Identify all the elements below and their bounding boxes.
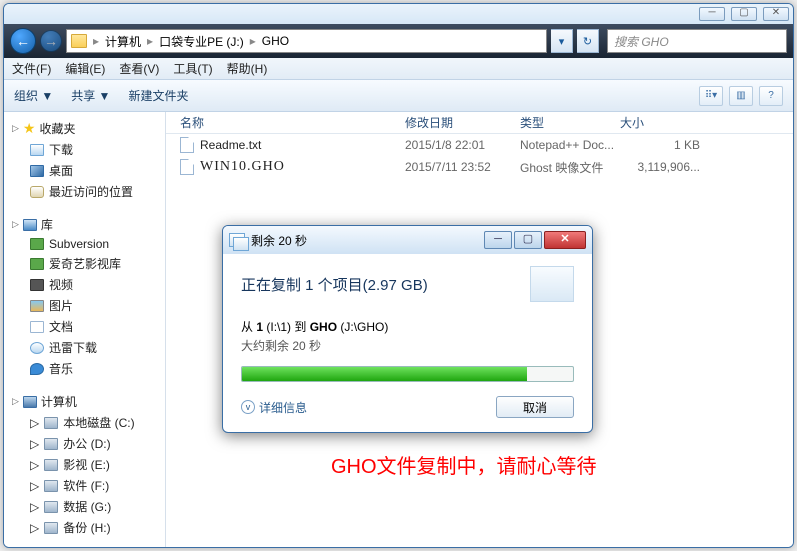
sidebar-item-c[interactable]: ▷本地磁盘 (C:) (8, 412, 161, 433)
xunlei-icon (30, 342, 44, 354)
sidebar: ▷★收藏夹 下载 桌面 最近访问的位置 ▷库 Subversion 爱奇艺影视库… (4, 112, 166, 547)
menu-view[interactable]: 查看(V) (119, 60, 159, 77)
maximize-button[interactable]: ▢ (731, 7, 757, 21)
organize-button[interactable]: 组织 ▼ (14, 87, 53, 104)
back-button[interactable]: ← (10, 28, 36, 54)
menu-edit[interactable]: 编辑(E) (65, 60, 105, 77)
forward-button[interactable]: → (40, 30, 62, 52)
newfolder-button[interactable]: 新建文件夹 (128, 87, 188, 104)
col-date[interactable]: 修改日期 (405, 114, 520, 131)
sidebar-item-iqiyi[interactable]: 爱奇艺影视库 (8, 253, 161, 274)
sidebar-item-d[interactable]: ▷办公 (D:) (8, 433, 161, 454)
refresh-button[interactable]: ↻ (577, 29, 599, 53)
hdd-icon (44, 522, 58, 534)
hdd-icon (44, 459, 58, 471)
history-dropdown[interactable]: ▾ (551, 29, 573, 53)
sidebar-item-downloads[interactable]: 下载 (8, 139, 161, 160)
nav-bar: ← → ▸ 计算机 ▸ 口袋专业PE (J:) ▸ GHO ▾ ↻ 搜索 GHO (4, 24, 793, 58)
iqiyi-icon (30, 258, 44, 270)
dialog-eta: 大约剩余 20 秒 (241, 337, 574, 354)
pictures-icon (30, 300, 44, 312)
copy-icon (229, 233, 245, 247)
sidebar-item-recent[interactable]: 最近访问的位置 (8, 181, 161, 202)
more-info-toggle[interactable]: v 详细信息 (241, 399, 307, 416)
dialog-title: 剩余 20 秒 (251, 232, 307, 249)
sidebar-item-f[interactable]: ▷软件 (F:) (8, 475, 161, 496)
hdd-icon (44, 480, 58, 492)
sidebar-item-xunlei[interactable]: 迅雷下载 (8, 337, 161, 358)
toolbar: 组织 ▼ 共享 ▼ 新建文件夹 ⠿▾ ▥ ? (4, 80, 793, 112)
menu-bar: 文件(F) 编辑(E) 查看(V) 工具(T) 帮助(H) (4, 58, 793, 80)
menu-file[interactable]: 文件(F) (12, 60, 51, 77)
cancel-button[interactable]: 取消 (496, 396, 574, 418)
sidebar-item-video[interactable]: 视频 (8, 274, 161, 295)
text-file-icon (180, 137, 194, 153)
search-input[interactable]: 搜索 GHO (607, 29, 787, 53)
sidebar-item-documents[interactable]: 文档 (8, 316, 161, 337)
titlebar: ─ ▢ ✕ (4, 4, 793, 24)
dialog-close-button[interactable]: ✕ (544, 231, 586, 249)
hdd-icon (44, 501, 58, 513)
col-type[interactable]: 类型 (520, 114, 620, 131)
crumb-drive[interactable]: 口袋专业PE (J:) (159, 33, 244, 50)
computer-header[interactable]: 计算机 (41, 393, 77, 410)
minimize-button[interactable]: ─ (699, 7, 725, 21)
sidebar-item-pictures[interactable]: 图片 (8, 295, 161, 316)
computer-icon (23, 396, 37, 408)
column-headers[interactable]: 名称 修改日期 类型 大小 (166, 112, 793, 134)
menu-help[interactable]: 帮助(H) (227, 60, 268, 77)
menu-tools[interactable]: 工具(T) (173, 60, 212, 77)
desktop-icon (30, 165, 44, 177)
subversion-icon (30, 238, 44, 250)
star-icon: ★ (23, 120, 36, 137)
address-bar[interactable]: ▸ 计算机 ▸ 口袋专业PE (J:) ▸ GHO (66, 29, 547, 53)
dialog-titlebar: 剩余 20 秒 ─ ▢ ✕ (223, 226, 592, 254)
sidebar-item-music[interactable]: 音乐 (8, 358, 161, 379)
dialog-heading: 正在复制 1 个项目(2.97 GB) (241, 274, 428, 295)
close-button[interactable]: ✕ (763, 7, 789, 21)
hdd-icon (44, 417, 58, 429)
download-icon (30, 144, 44, 156)
help-button[interactable]: ? (759, 86, 783, 106)
sidebar-item-desktop[interactable]: 桌面 (8, 160, 161, 181)
progress-bar (241, 366, 574, 382)
col-name[interactable]: 名称 (180, 114, 405, 131)
libraries-header[interactable]: 库 (41, 216, 53, 233)
copy-dialog: 剩余 20 秒 ─ ▢ ✕ 正在复制 1 个项目(2.97 GB) 从 1 (I… (222, 225, 593, 433)
gho-file-icon (180, 159, 194, 175)
preview-pane-button[interactable]: ▥ (729, 86, 753, 106)
recent-icon (30, 186, 44, 198)
sidebar-item-g[interactable]: ▷数据 (G:) (8, 496, 161, 517)
chevron-down-icon: v (241, 400, 255, 414)
favorites-header[interactable]: 收藏夹 (39, 120, 75, 137)
video-icon (30, 279, 44, 291)
view-options-button[interactable]: ⠿▾ (699, 86, 723, 106)
sidebar-item-e[interactable]: ▷影视 (E:) (8, 454, 161, 475)
hdd-icon (44, 438, 58, 450)
file-row[interactable]: WIN10.GHO 2015/7/11 23:52 Ghost 映像文件 3,1… (166, 156, 793, 178)
library-icon (23, 219, 37, 231)
sidebar-item-h[interactable]: ▷备份 (H:) (8, 517, 161, 538)
folder-icon (71, 34, 87, 48)
dialog-source-dest: 从 1 (I:\1) 到 GHO (J:\GHO) (241, 318, 574, 335)
crumb-folder[interactable]: GHO (262, 34, 289, 48)
col-size[interactable]: 大小 (620, 114, 710, 131)
dialog-thumbnail (530, 266, 574, 302)
dialog-minimize-button[interactable]: ─ (484, 231, 512, 249)
dialog-maximize-button[interactable]: ▢ (514, 231, 542, 249)
annotation-text: GHO文件复制中，请耐心等待 (331, 450, 597, 479)
sidebar-item-subversion[interactable]: Subversion (8, 235, 161, 253)
share-button[interactable]: 共享 ▼ (71, 87, 110, 104)
documents-icon (30, 321, 44, 333)
music-icon (30, 363, 44, 375)
file-row[interactable]: Readme.txt 2015/1/8 22:01 Notepad++ Doc.… (166, 134, 793, 156)
crumb-computer[interactable]: 计算机 (105, 33, 141, 50)
